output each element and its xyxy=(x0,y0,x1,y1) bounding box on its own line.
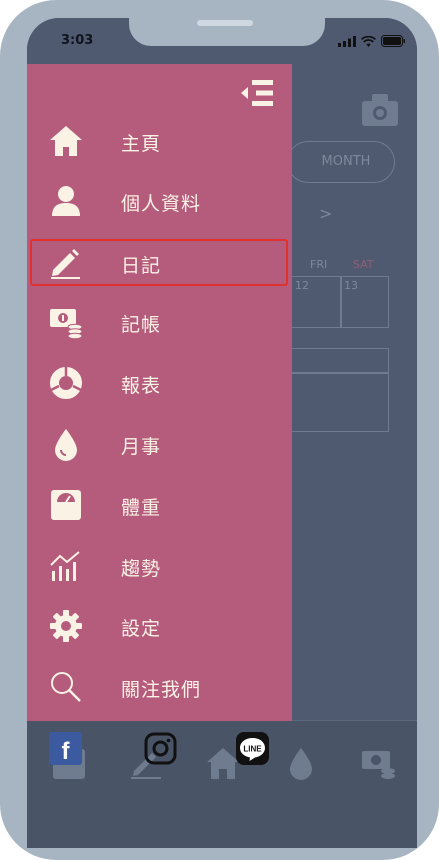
menu-item-label: 報表 xyxy=(121,375,162,397)
menu-item-label: 體重 xyxy=(121,497,162,519)
screen: 3:03 MONTH > FRI SAT 12 13 主頁 個人資料 日記 記帳… xyxy=(27,18,417,848)
scale-icon xyxy=(51,490,81,520)
speaker xyxy=(197,20,253,26)
line-text: LINE xyxy=(243,745,262,754)
instagram-icon[interactable] xyxy=(144,732,177,765)
calendar-day-cell[interactable]: 13 xyxy=(340,276,389,328)
calendar-date: 13 xyxy=(344,279,358,292)
menu-item-trend[interactable]: 趨勢 xyxy=(27,537,292,597)
menu-item-period[interactable]: 月事 xyxy=(27,415,292,475)
money-icon[interactable] xyxy=(360,745,396,781)
menu-item-accounting[interactable]: 記帳 xyxy=(27,293,292,353)
signal-icon xyxy=(338,35,356,47)
entry-box xyxy=(291,372,389,432)
menu-item-label: 個人資料 xyxy=(121,193,202,215)
facebook-letter: f xyxy=(62,738,71,765)
social-links: f LINE xyxy=(27,732,292,776)
weekday-sat: SAT xyxy=(353,258,374,271)
notch xyxy=(129,18,325,46)
donut-chart-icon xyxy=(50,367,82,399)
trend-chart-icon xyxy=(50,551,80,581)
menu-item-label: 主頁 xyxy=(121,133,162,155)
menu-item-profile[interactable]: 個人資料 xyxy=(27,172,292,232)
navigation-drawer: 主頁 個人資料 日記 記帳 報表 月事 體重 趨勢 設定 關注我們 f LINE xyxy=(27,64,292,765)
home-icon xyxy=(50,126,82,156)
camera-icon[interactable] xyxy=(362,94,398,126)
gear-icon xyxy=(50,610,82,642)
search-icon xyxy=(51,672,81,702)
menu-item-label: 趨勢 xyxy=(121,558,162,580)
facebook-icon[interactable]: f xyxy=(49,732,82,765)
menu-item-label: 日記 xyxy=(121,255,162,277)
menu-item-home[interactable]: 主頁 xyxy=(27,112,292,172)
menu-item-weight[interactable]: 體重 xyxy=(27,476,292,536)
next-month-arrow[interactable]: > xyxy=(319,204,332,223)
menu-item-label: 月事 xyxy=(121,436,162,458)
status-bar: 3:03 xyxy=(27,18,417,64)
menu-item-diary[interactable]: 日記 xyxy=(27,234,292,294)
entry-box xyxy=(291,348,389,374)
calendar-day-cell[interactable]: 12 xyxy=(291,276,342,328)
menu-item-label: 關注我們 xyxy=(121,679,202,701)
status-time: 3:03 xyxy=(61,33,94,48)
user-icon xyxy=(52,186,80,216)
battery-icon xyxy=(381,35,405,47)
menu-item-report[interactable]: 報表 xyxy=(27,354,292,414)
menu-item-label: 記帳 xyxy=(121,314,162,336)
weekday-fri: FRI xyxy=(310,258,328,271)
money-icon xyxy=(50,309,83,339)
menu-item-label: 設定 xyxy=(121,618,162,640)
system-icons xyxy=(338,35,405,47)
wifi-icon xyxy=(361,35,376,47)
line-icon[interactable]: LINE xyxy=(236,732,269,765)
pencil-icon xyxy=(51,249,80,279)
month-view-button[interactable]: MONTH xyxy=(287,141,395,183)
menu-item-follow-us[interactable]: 關注我們 xyxy=(27,658,292,718)
calendar-date: 12 xyxy=(295,279,309,292)
collapse-menu-icon[interactable] xyxy=(239,78,275,108)
drop-icon xyxy=(55,429,77,461)
menu-item-settings[interactable]: 設定 xyxy=(27,597,292,657)
